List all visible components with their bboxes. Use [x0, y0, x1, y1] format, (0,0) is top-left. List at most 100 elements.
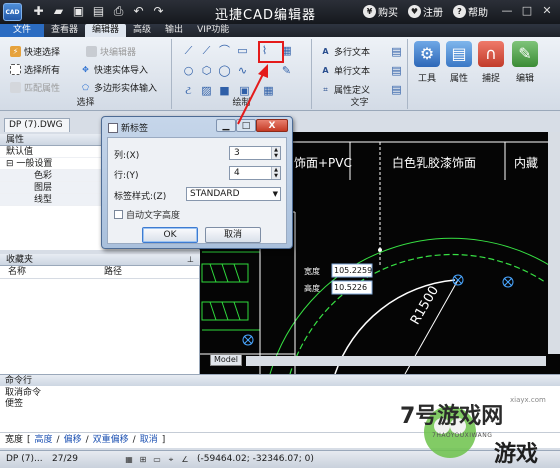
snap-button[interactable]: ∩ 捕捉 — [476, 41, 506, 97]
tab-editor[interactable]: 编辑器 — [85, 24, 127, 37]
cancel-button[interactable]: 取消 — [205, 227, 261, 243]
print-icon[interactable]: ⎙ — [110, 3, 127, 20]
quick-select-label: 快速选择 — [24, 48, 61, 58]
quick-entity-import-button[interactable]: ✥ 快速实体导入 — [80, 63, 148, 76]
osnap-icon[interactable]: ⌖ — [166, 455, 176, 465]
watermark-pinyin: 7HAOYOUXIWANG — [432, 432, 493, 439]
arc-icon[interactable]: ⌒ — [218, 44, 231, 57]
select-all-button[interactable]: 选择所有 — [10, 63, 60, 76]
edit-icon: ✎ — [512, 41, 538, 67]
ok-button[interactable]: OK — [142, 227, 198, 243]
properties-button[interactable]: ▤ 属性 — [444, 41, 474, 97]
register-label: 注册 — [423, 7, 443, 19]
column-name[interactable]: 名称 — [0, 266, 96, 278]
help-icon: ? — [453, 4, 466, 18]
text-style-icon[interactable]: ▤ — [390, 64, 403, 77]
app-logo[interactable]: CAD — [3, 3, 22, 21]
option-double-offset[interactable]: 双重偏移 — [93, 433, 129, 448]
width-dim-value[interactable]: 105.2259 — [334, 266, 372, 275]
section-general-label: 一般设置 — [16, 159, 53, 169]
new-icon[interactable]: ✚ — [30, 3, 47, 20]
polygon-entity-input-button[interactable]: ⬠ 多边形实体输入 — [80, 81, 157, 94]
rect-draw-icon[interactable]: ▭ — [236, 44, 249, 57]
mtext-button[interactable]: A 多行文本 — [320, 45, 370, 58]
favorites-columns: 名称 路径 — [0, 266, 199, 279]
title-bar: CAD ✚ ▰ ▣ ▤ ⎙ ↶ ↷ 迅捷CAD编辑器 ¥ 购买 ♥ 注册 ? 帮… — [0, 0, 560, 24]
pin-icon[interactable]: ⊥ — [187, 254, 194, 266]
minimize-icon[interactable]: — — [498, 3, 516, 19]
buy-link[interactable]: ¥ 购买 — [363, 4, 398, 19]
save-as-icon[interactable]: ▤ — [90, 3, 107, 20]
checkbox-box[interactable] — [114, 210, 123, 219]
autofit-checkbox[interactable]: 自动文字高度 — [114, 208, 180, 221]
text-edit-icon[interactable]: ▤ — [390, 45, 403, 58]
red-arrow-icon — [237, 64, 268, 125]
register-link[interactable]: ♥ 注册 — [408, 4, 443, 19]
option-bracket-open: [ — [27, 435, 31, 445]
width-dim-label: 宽度 — [304, 267, 320, 276]
status-doc: DP (7)... — [6, 454, 43, 464]
tab-vip[interactable]: VIP功能 — [190, 24, 236, 37]
tab-viewer[interactable]: 查看器 — [44, 24, 85, 37]
canvas-label-pvc: 饰面+PVC — [294, 156, 352, 170]
polyline-icon[interactable]: ⟋ — [200, 44, 213, 57]
polar-icon[interactable]: ∠ — [180, 455, 190, 465]
spin-arrows-icon[interactable]: ▲ ▼ — [271, 167, 280, 179]
quick-select-button[interactable]: ⚡ 快速选择 — [10, 45, 60, 58]
text-group: A 多行文本 A 单行文本 ⌗ 属性定义 ▤ ▤ ▤ 文字 — [312, 39, 408, 109]
vertical-scrollbar[interactable] — [548, 132, 560, 354]
tools-button[interactable]: ⚙ 工具 — [412, 41, 442, 97]
polygon-entity-input-label: 多边形实体输入 — [94, 84, 158, 94]
close-icon[interactable]: ✕ — [538, 3, 556, 19]
properties-icon: ▤ — [446, 41, 472, 67]
quick-access-toolbar: ✚ ▰ ▣ ▤ ⎙ ↶ ↷ — [30, 3, 167, 20]
document-tab[interactable]: DP (7).DWG — [4, 118, 70, 132]
status-coordinates: (-59464.02; -32346.07; 0) — [197, 454, 314, 464]
dialog-title-bar: 新标签 — [108, 121, 148, 134]
save-icon[interactable]: ▣ — [70, 3, 87, 20]
rows-value: 4 — [234, 168, 240, 178]
circle-icon[interactable]: ○ — [182, 64, 195, 77]
single-text-icon: A — [322, 66, 329, 75]
open-icon[interactable]: ▰ — [50, 3, 67, 20]
columns-stepper[interactable]: 3 ▲ ▼ — [229, 146, 281, 160]
maximize-icon[interactable]: □ — [518, 3, 536, 19]
option-cancel[interactable]: 取消 — [140, 433, 158, 448]
rows-stepper[interactable]: 4 ▲ ▼ — [229, 166, 281, 180]
column-path[interactable]: 路径 — [96, 266, 192, 278]
block-editor-label: 块编辑器 — [100, 48, 137, 58]
style-select[interactable]: STANDARD ▼ — [186, 187, 281, 201]
brush-icon[interactable]: ✎ — [280, 64, 293, 77]
height-dim-label: 高度 — [304, 284, 320, 293]
chevron-down-icon: ▼ — [272, 190, 278, 198]
horizontal-scrollbar[interactable] — [246, 356, 546, 366]
block-editor-button: 块编辑器 — [86, 45, 136, 58]
select-group-label: 选择 — [76, 98, 95, 108]
menu-file[interactable]: 文件 — [0, 24, 44, 37]
option-bracket-close: ] — [161, 435, 166, 445]
tab-model[interactable]: Model — [210, 354, 242, 366]
polygon-icon: ⬠ — [82, 83, 89, 92]
option-offset[interactable]: 偏移 — [64, 433, 82, 448]
snap-status-icon[interactable]: ⊞ — [138, 455, 148, 465]
hatch-block — [201, 251, 260, 331]
undo-icon[interactable]: ↶ — [130, 3, 147, 20]
grid-icon[interactable]: ▦ — [124, 455, 134, 465]
spin-arrows-icon[interactable]: ▲ ▼ — [271, 147, 280, 159]
height-dim-value[interactable]: 10.5226 — [334, 283, 367, 292]
rows-label: 行:(Y) — [114, 171, 139, 181]
line-icon[interactable]: ⟋ — [182, 44, 195, 57]
tab-output[interactable]: 输出 — [158, 24, 190, 37]
command-panel-title: 命令行 — [5, 376, 33, 386]
text-group-label: 文字 — [350, 98, 369, 108]
help-link[interactable]: ? 帮助 — [453, 4, 488, 19]
redo-icon[interactable]: ↷ — [150, 3, 167, 20]
ortho-icon[interactable]: ▭ — [152, 455, 162, 465]
quick-entity-import-label: 快速实体导入 — [94, 66, 149, 76]
single-text-button[interactable]: A 单行文本 — [320, 64, 370, 77]
command-prompt: 宽度 — [5, 435, 24, 445]
polygon-draw-icon[interactable]: ⬡ — [200, 64, 213, 77]
tab-advanced[interactable]: 高级 — [126, 24, 158, 37]
edit-button[interactable]: ✎ 编辑 — [510, 41, 540, 97]
option-height[interactable]: 高度 — [35, 433, 53, 448]
